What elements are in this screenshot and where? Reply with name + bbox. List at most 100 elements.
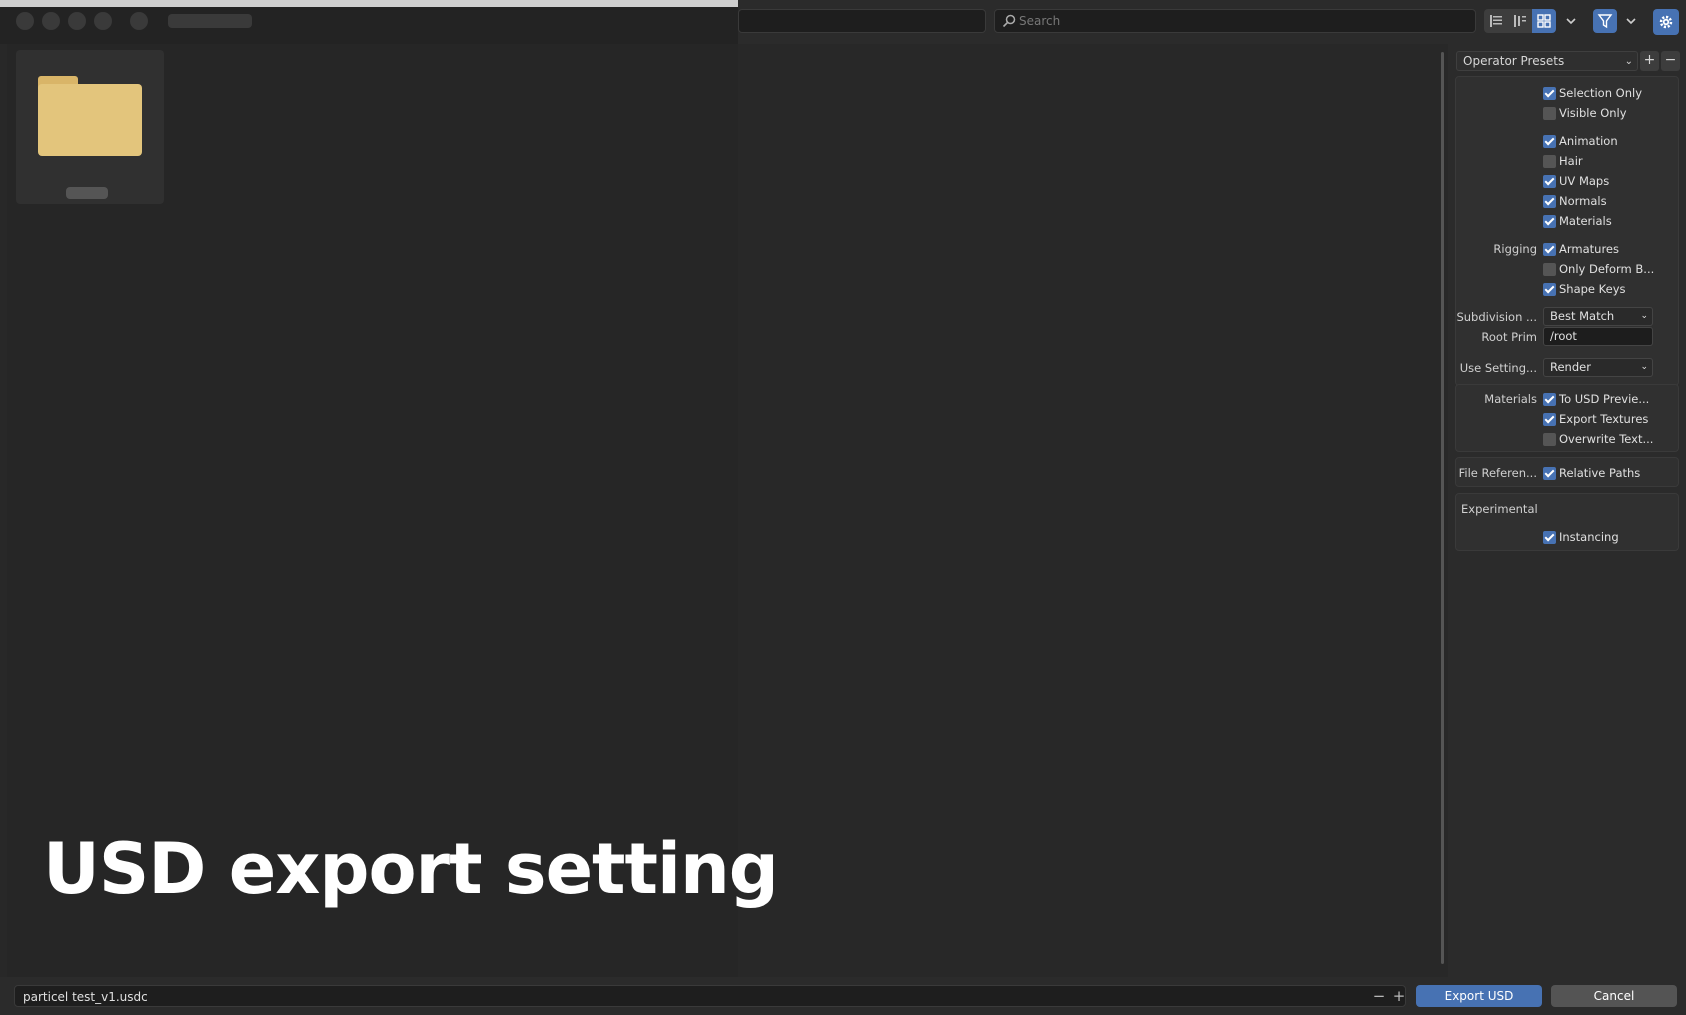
decrement-filename-button[interactable]: − [1370, 987, 1388, 1005]
selection-only-row[interactable]: Selection Only [1456, 83, 1680, 103]
file-references-panel: File Referen... Relative Paths [1455, 457, 1679, 487]
normals-label: Normals [1559, 194, 1607, 208]
animation-checkbox[interactable] [1543, 135, 1556, 148]
normals-row[interactable]: Normals [1456, 191, 1680, 211]
visible-only-row[interactable]: Visible Only [1456, 103, 1680, 123]
filename-field[interactable]: particel test_v1.usdc − + [14, 985, 1406, 1007]
shape-keys-row[interactable]: Shape Keys [1456, 279, 1680, 299]
materials-row[interactable]: Materials [1456, 211, 1680, 231]
to-usd-preview-row[interactable]: Materials To USD Previe... [1456, 389, 1680, 409]
settings-toggle-button[interactable] [1653, 9, 1679, 35]
armatures-checkbox[interactable] [1543, 243, 1556, 256]
selection-only-label: Selection Only [1559, 86, 1642, 100]
use-settings-label: Use Setting... [1459, 361, 1537, 375]
materials-panel-label: Materials [1484, 392, 1537, 406]
shape-keys-checkbox[interactable] [1543, 283, 1556, 296]
relative-paths-label: Relative Paths [1559, 466, 1641, 480]
add-preset-button[interactable]: + [1640, 51, 1659, 71]
thumbnails-icon [1537, 14, 1551, 28]
subdivision-row: Subdivision ... Best Match ⌄ [1456, 307, 1680, 327]
overwrite-textures-checkbox[interactable] [1543, 433, 1556, 446]
folder-thumbnail[interactable] [16, 50, 164, 204]
uv-maps-checkbox[interactable] [1543, 175, 1556, 188]
folder-name-blurred [66, 187, 108, 199]
file-browser-area[interactable]: USD export setting [7, 44, 1441, 977]
chevron-down-icon [1566, 18, 1576, 25]
hair-row[interactable]: Hair [1456, 151, 1680, 171]
instancing-row[interactable]: Instancing [1456, 527, 1680, 547]
to-usd-preview-checkbox[interactable] [1543, 393, 1556, 406]
relative-paths-row[interactable]: File Referen... Relative Paths [1456, 463, 1680, 483]
window-edge [0, 0, 738, 7]
visible-only-label: Visible Only [1559, 106, 1627, 120]
export-textures-row[interactable]: Export Textures [1456, 409, 1680, 429]
normals-checkbox[interactable] [1543, 195, 1556, 208]
overwrite-textures-row[interactable]: Overwrite Text... [1456, 429, 1680, 449]
shape-keys-label: Shape Keys [1559, 282, 1626, 296]
search-icon [1002, 14, 1016, 28]
blurred-navigation-area [0, 0, 738, 44]
animation-row[interactable]: Animation [1456, 131, 1680, 151]
instancing-checkbox[interactable] [1543, 531, 1556, 544]
horizontal-list-button[interactable] [1508, 9, 1532, 33]
use-settings-dropdown[interactable]: Render ⌄ [1543, 358, 1653, 377]
experimental-panel: Experimental Instancing [1455, 493, 1679, 551]
increment-filename-button[interactable]: + [1390, 987, 1408, 1005]
materials-label: Materials [1559, 214, 1612, 228]
list-horizontal-icon [1514, 15, 1526, 27]
vertical-list-button[interactable] [1484, 9, 1508, 33]
parent-directory-button[interactable] [68, 12, 86, 30]
list-vertical-icon [1490, 15, 1502, 27]
remove-preset-button[interactable]: − [1661, 51, 1680, 71]
visible-only-checkbox[interactable] [1543, 107, 1556, 120]
subdivision-label: Subdivision ... [1456, 310, 1537, 324]
display-settings-dropdown[interactable] [1560, 9, 1582, 33]
cancel-button[interactable]: Cancel [1551, 985, 1677, 1007]
hair-label: Hair [1559, 154, 1583, 168]
to-usd-preview-label: To USD Previe... [1559, 392, 1650, 406]
search-field[interactable]: Search [994, 9, 1476, 33]
export-textures-label: Export Textures [1559, 412, 1649, 426]
use-settings-panel: Use Setting... Render ⌄ [1455, 346, 1679, 386]
forward-button[interactable] [42, 12, 60, 30]
only-deform-bones-checkbox[interactable] [1543, 263, 1556, 276]
only-deform-bones-label: Only Deform B... [1559, 262, 1655, 276]
armatures-label: Armatures [1559, 242, 1619, 256]
uv-maps-row[interactable]: UV Maps [1456, 171, 1680, 191]
general-settings-panel: Selection Only Visible Only Animation Ha… [1455, 76, 1679, 358]
materials-checkbox[interactable] [1543, 215, 1556, 228]
hair-checkbox[interactable] [1543, 155, 1556, 168]
operator-presets-dropdown[interactable]: Operator Presets ⌄ [1456, 51, 1638, 71]
folder-icon [38, 84, 142, 156]
use-settings-value: Render [1550, 360, 1591, 374]
export-textures-checkbox[interactable] [1543, 413, 1556, 426]
operator-presets-row: Operator Presets ⌄ + − [1456, 51, 1680, 71]
materials-panel: Materials To USD Previe... Export Textur… [1455, 384, 1679, 452]
thumbnails-button[interactable] [1532, 9, 1556, 33]
refresh-button[interactable] [94, 12, 112, 30]
file-references-label: File Referen... [1458, 466, 1537, 480]
chevron-down-icon: ⌄ [1640, 311, 1648, 321]
root-prim-field[interactable]: /root [1543, 327, 1653, 346]
filter-button[interactable] [1593, 9, 1617, 33]
bottom-bar: particel test_v1.usdc − + Export USD Can… [0, 977, 1686, 1015]
selection-only-checkbox[interactable] [1543, 87, 1556, 100]
file-list-scrollbar[interactable] [1441, 52, 1444, 964]
relative-paths-checkbox[interactable] [1543, 467, 1556, 480]
export-usd-button[interactable]: Export USD [1416, 985, 1542, 1007]
display-mode-group [1484, 9, 1556, 33]
directory-path-field[interactable] [738, 9, 986, 33]
subdivision-dropdown[interactable]: Best Match ⌄ [1543, 307, 1653, 326]
gear-icon [1659, 15, 1673, 29]
chevron-down-icon: ⌄ [1640, 362, 1648, 372]
uv-maps-label: UV Maps [1559, 174, 1610, 188]
top-bar: Search [0, 0, 1686, 44]
filename-value: particel test_v1.usdc [23, 990, 148, 1004]
back-button[interactable] [16, 12, 34, 30]
new-folder-button[interactable] [130, 12, 148, 30]
only-deform-bones-row[interactable]: Only Deform B... [1456, 259, 1680, 279]
instancing-label: Instancing [1559, 530, 1619, 544]
filter-settings-dropdown[interactable] [1620, 9, 1642, 33]
armatures-row[interactable]: Rigging Armatures [1456, 239, 1680, 259]
overlay-title: USD export setting [43, 828, 779, 910]
